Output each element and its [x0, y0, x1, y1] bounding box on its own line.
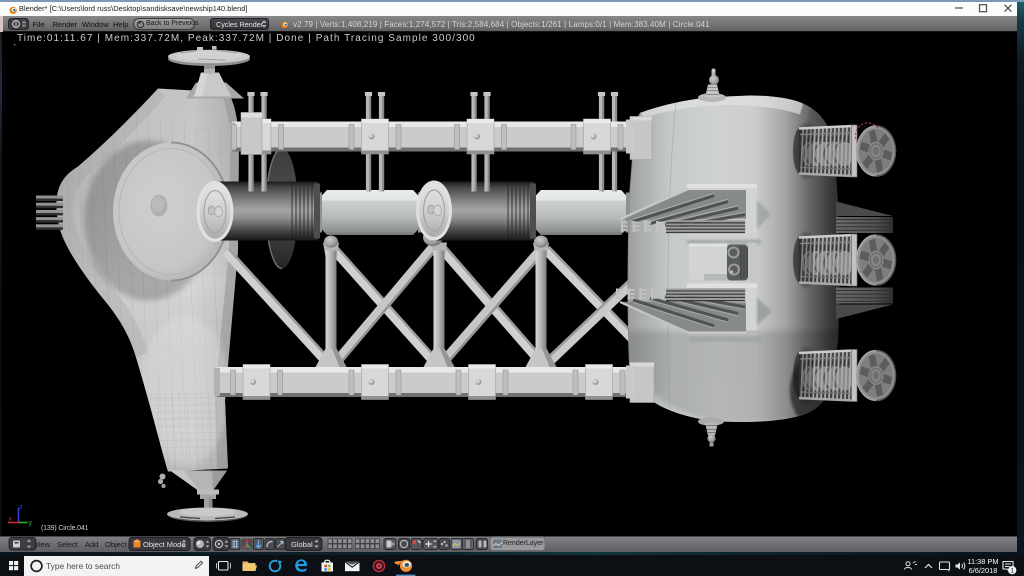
svg-text:x: x	[9, 517, 12, 523]
svg-text:1: 1	[1010, 567, 1014, 574]
svg-text:z: z	[20, 505, 23, 511]
svg-text:y: y	[29, 520, 33, 527]
